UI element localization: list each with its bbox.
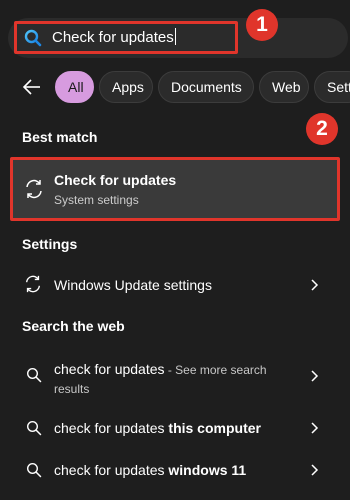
web-result-1[interactable]: check for updates - See more search resul… (0, 352, 350, 398)
search-icon (26, 420, 42, 436)
web-result-query: check for updates this computer (54, 420, 261, 436)
callout-badge-2: 2 (306, 113, 338, 145)
callout-box-2 (10, 157, 340, 221)
settings-item-windows-update[interactable]: Windows Update settings (0, 266, 350, 304)
web-result-2[interactable]: check for updates this computer (0, 410, 350, 446)
search-web-heading: Search the web (22, 318, 125, 334)
filter-chip-apps[interactable]: Apps (99, 71, 153, 103)
web-result-query: check for updates windows 11 (54, 462, 247, 478)
filter-chip-documents[interactable]: Documents (158, 71, 254, 103)
web-result-3[interactable]: check for updates windows 11 (0, 452, 350, 488)
settings-item-label: Windows Update settings (54, 277, 212, 293)
web-result-query: check for updates - See more search resul… (54, 361, 267, 396)
search-icon (26, 367, 42, 383)
filter-chip-settings[interactable]: Sett (314, 71, 350, 103)
settings-heading: Settings (22, 236, 78, 252)
callout-badge-1: 1 (246, 9, 278, 41)
best-match-heading: Best match (22, 129, 98, 145)
chevron-right-icon (311, 279, 319, 291)
chevron-right-icon (311, 370, 319, 382)
search-icon (26, 462, 42, 478)
filter-chip-all[interactable]: All (55, 71, 94, 103)
callout-box-1 (14, 21, 238, 54)
refresh-icon (25, 275, 41, 293)
back-arrow-icon[interactable] (22, 78, 42, 96)
filter-row: All Apps Documents Web Sett (0, 70, 350, 104)
filter-chip-web[interactable]: Web (259, 71, 309, 103)
chevron-right-icon (311, 422, 319, 434)
chevron-right-icon (311, 464, 319, 476)
